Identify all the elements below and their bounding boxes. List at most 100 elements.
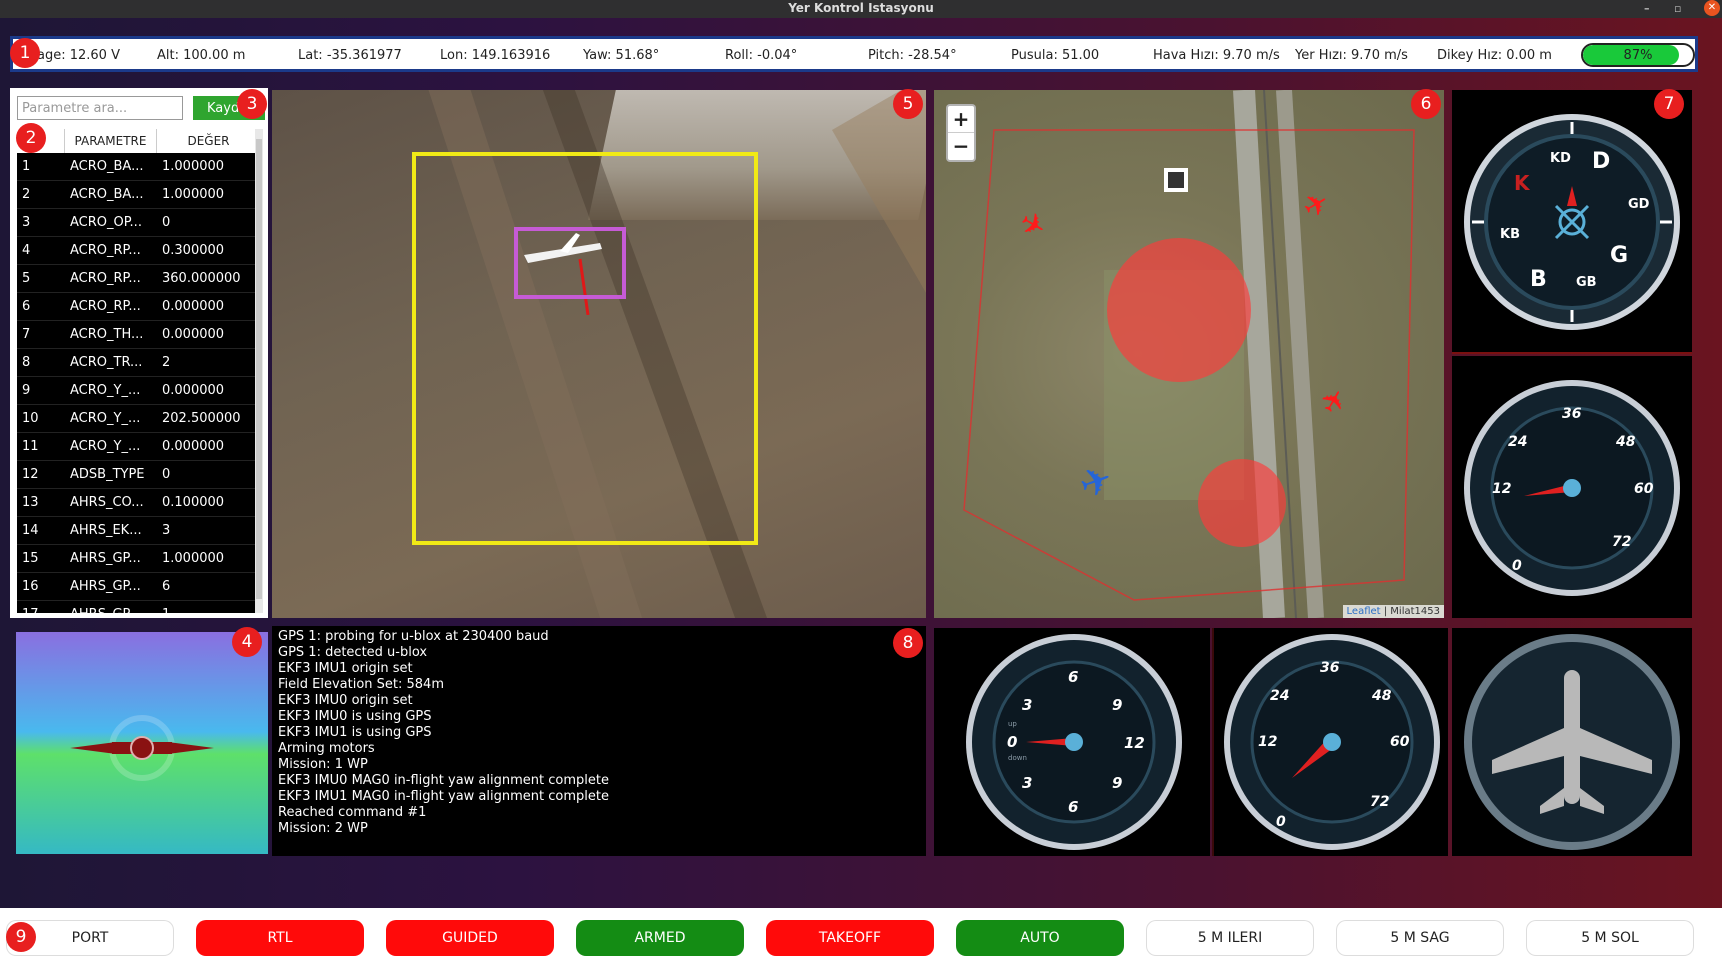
mode-button-guided[interactable]: GUIDED [386,920,554,956]
log-line: EKF3 IMU1 MAG0 in-flight yaw alignment c… [278,789,609,804]
parameter-search-input[interactable] [17,96,183,120]
vario-tick-0: 0 [1007,733,1017,751]
attribution-text: | Milat1453 [1380,606,1440,617]
log-line: GPS 1: probing for u-blox at 230400 baud [278,629,549,644]
zoom-in-button[interactable]: + [948,106,974,133]
row-value[interactable]: 3 [157,517,261,544]
parameter-scrollbar[interactable] [255,129,263,613]
vario-up-label: up [1008,720,1017,728]
camera-feed [272,90,926,618]
annotation-badge: 9 [6,922,36,952]
log-line: EKF3 IMU0 is using GPS [278,709,432,724]
groundspeed-tick-0: 0 [1276,814,1286,830]
mode-button-5-m-ileri[interactable]: 5 M ILERI [1146,920,1314,956]
attitude-indicator [16,632,268,854]
compass-label-b: B [1530,267,1547,292]
row-value[interactable]: 1 [157,601,261,613]
detection-box-target [514,227,626,299]
restore-button[interactable]: ▫ [1674,1,1681,17]
mode-button-auto[interactable]: AUTO [956,920,1124,956]
annotation-badge: 2 [16,123,46,153]
row-value[interactable]: 0.000000 [157,433,261,460]
table-row[interactable]: 8 ACRO_TR... 2 [17,349,261,377]
close-button[interactable]: ✕ [1704,0,1720,16]
log-line: EKF3 IMU0 origin set [278,693,413,708]
pitch-readout: Pitch: -28.54° [868,48,957,63]
table-row[interactable]: 15 AHRS_GP... 1.000000 [17,545,261,573]
row-value[interactable]: 0 [157,209,261,236]
row-value[interactable]: 1.000000 [157,545,261,572]
airspeed-tick-72: 72 [1612,534,1631,550]
compass-label-kb: KB [1500,227,1520,242]
mode-button-rtl[interactable]: RTL [196,920,364,956]
table-row[interactable]: 11 ACRO_Y_... 0.000000 [17,433,261,461]
row-value[interactable]: 0.000000 [157,377,261,404]
row-value[interactable]: 6 [157,573,261,600]
table-row[interactable]: 13 AHRS_CO... 0.100000 [17,489,261,517]
table-row[interactable]: 7 ACRO_TH... 0.000000 [17,321,261,349]
mode-button-5-m-sag[interactable]: 5 M SAG [1336,920,1504,956]
table-row[interactable]: 16 AHRS_GP... 6 [17,573,261,601]
row-value[interactable]: 2 [157,349,261,376]
scrollbar-thumb[interactable] [256,139,262,599]
row-index: 3 [22,215,31,230]
table-row[interactable]: 12 ADSB_TYPE 0 [17,461,261,489]
groundspeed-tick-24: 24 [1270,688,1289,704]
airspeed-tick-60: 60 [1634,481,1654,497]
header-value[interactable]: DEĞER [157,129,261,153]
row-index: 11 [22,439,39,454]
mode-button-armed[interactable]: ARMED [576,920,744,956]
table-row[interactable]: 17AHRS_GP...1 [17,601,261,613]
row-value[interactable]: 360.000000 [157,265,261,292]
table-row[interactable]: 4 ACRO_RP... 0.300000 [17,237,261,265]
zoom-out-button[interactable]: − [948,133,974,160]
mode-button-5-m-sol[interactable]: 5 M SOL [1526,920,1694,956]
vario-tick-9-down: 9 [1112,774,1122,792]
airspeed-dial: 0 12 24 36 48 60 72 [1464,380,1680,596]
log-line: EKF3 IMU1 origin set [278,661,413,676]
row-value[interactable]: 0.300000 [157,237,261,264]
row-parameter: ACRO_BA... [70,159,144,174]
header-parameter[interactable]: PARAMETRE [65,129,157,153]
table-row[interactable]: 5 ACRO_RP... 360.000000 [17,265,261,293]
row-value[interactable]: 202.500000 [157,405,261,432]
annotation-badge: 8 [893,628,923,658]
row-index: 16 [22,579,39,594]
vario-tick-3-up: 3 [1022,696,1032,714]
table-row[interactable]: 9 ACRO_Y_... 0.000000 [17,377,261,405]
altitude-readout: Alt: 100.00 m [157,48,246,63]
leaflet-link[interactable]: Leaflet [1347,606,1381,617]
mode-button-takeoff[interactable]: TAKEOFF [766,920,934,956]
groundspeed-readout: Yer Hızı: 9.70 m/s [1295,48,1408,63]
table-row[interactable]: 6 ACRO_RP... 0.000000 [17,293,261,321]
row-value[interactable]: 0.100000 [157,489,261,516]
airspeed-tick-36: 36 [1562,406,1582,422]
vario-tick-9-up: 9 [1112,696,1122,714]
row-value[interactable]: 0 [157,461,261,488]
annotation-badge: 1 [10,38,40,68]
row-value[interactable]: 1.000000 [157,153,261,180]
row-value[interactable]: 0.000000 [157,293,261,320]
compass-label-g: G [1610,243,1628,268]
parameter-table[interactable]: PARAMETRE DEĞER 1 ACRO_BA... 1.000000 2 ACRO… [17,129,261,613]
vertical-speed-readout: Dikey Hız: 0.00 m [1437,48,1552,63]
annotation-badge: 7 [1654,89,1684,119]
table-row[interactable]: 10 ACRO_Y_... 202.500000 [17,405,261,433]
table-row[interactable]: 14 AHRS_EK... 3 [17,517,261,545]
table-row[interactable]: 3 ACRO_OP... 0 [17,209,261,237]
window-title: Yer Kontrol Istasyonu [788,1,934,15]
row-value[interactable]: 1.000000 [157,181,261,208]
vario-dial: 0 3 6 9 12 3 6 9 up down [966,634,1182,850]
airspeed-readout: Hava Hızı: 9.70 m/s [1153,48,1280,63]
row-index: 4 [22,243,31,258]
minimize-button[interactable]: – [1644,1,1650,17]
compass-label-d: D [1592,149,1610,174]
longitude-readout: Lon: 149.163916 [440,48,551,63]
table-row[interactable]: 2 ACRO_BA... 1.000000 [17,181,261,209]
latitude-readout: Lat: -35.361977 [298,48,402,63]
row-value[interactable]: 0.000000 [157,321,261,348]
vario-tick-3-down: 3 [1022,774,1032,792]
row-index: 12 [22,467,39,482]
table-row[interactable]: 1 ACRO_BA... 1.000000 [17,153,261,181]
map-view[interactable]: ✈ ✈ ✈ ✈ + − Leaflet | Milat1453 [934,90,1444,618]
